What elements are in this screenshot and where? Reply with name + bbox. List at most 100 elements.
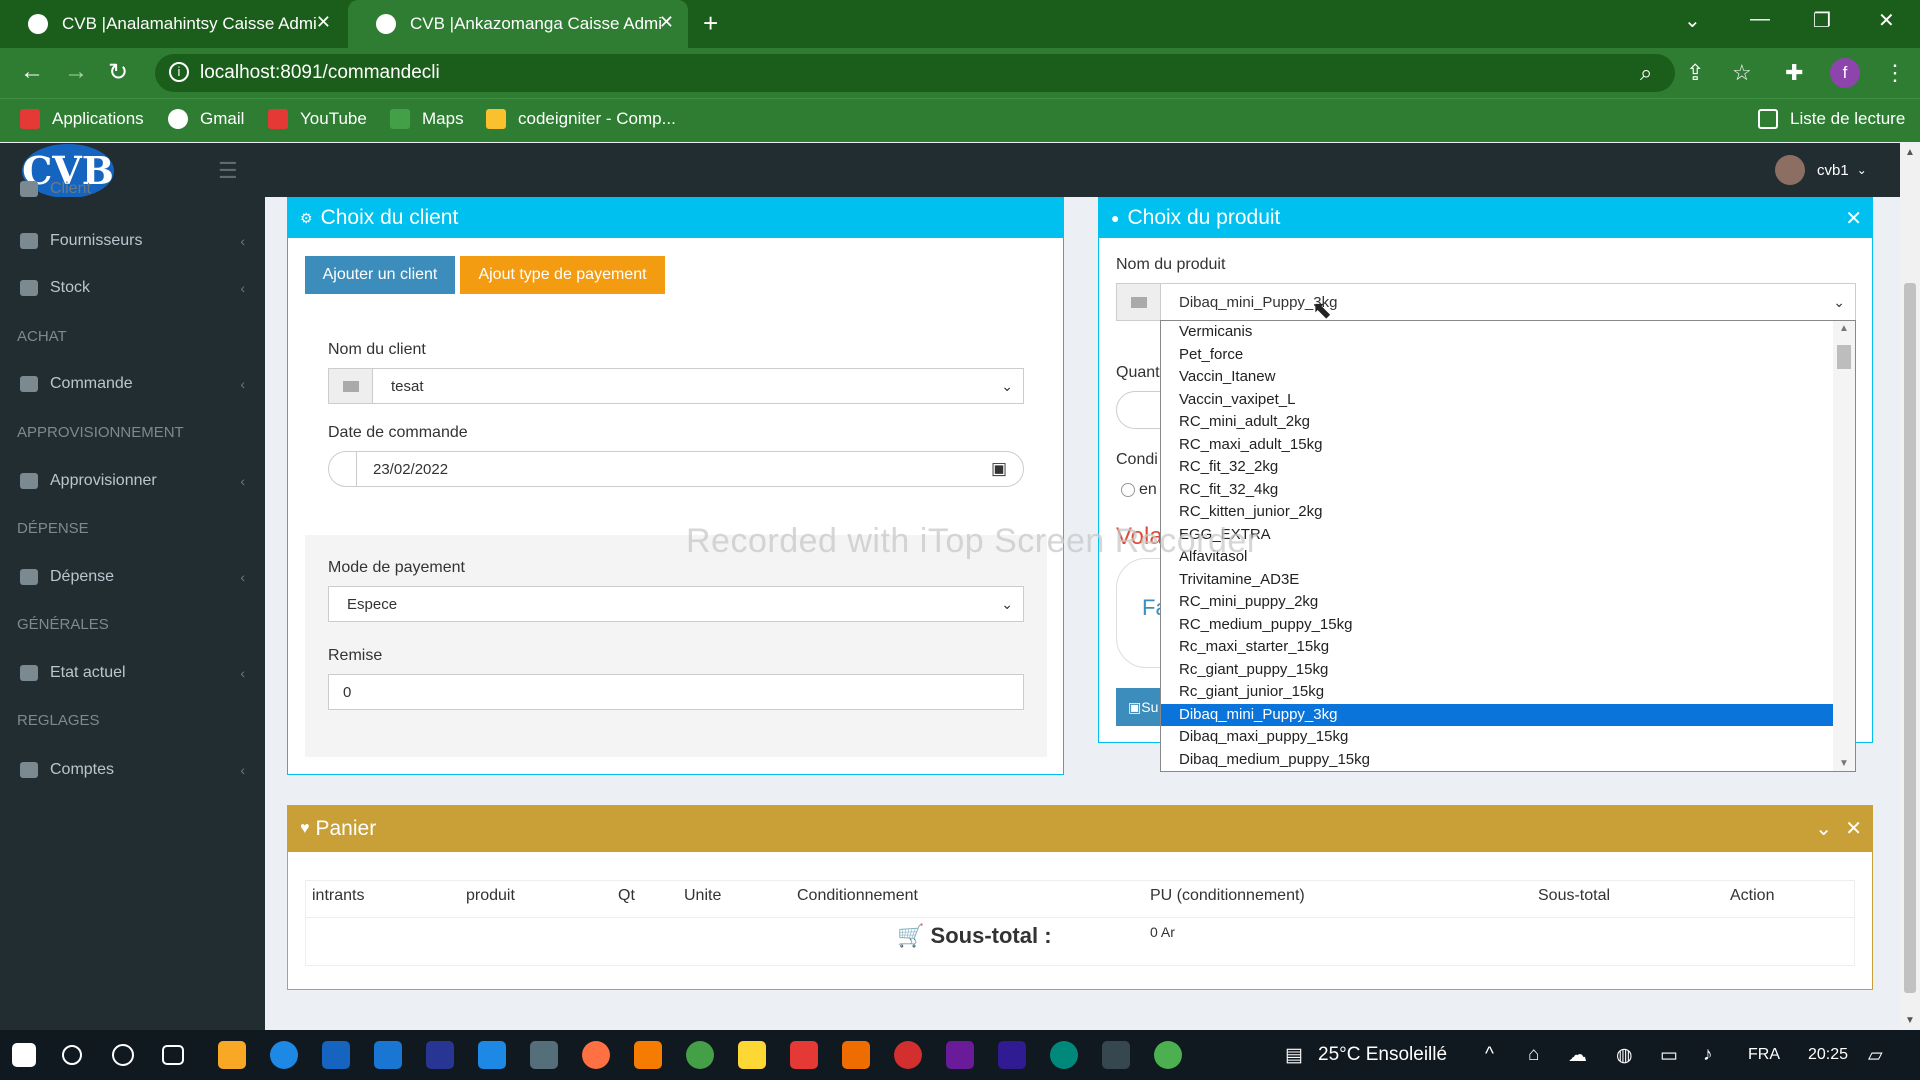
task-view-icon[interactable] [162, 1045, 184, 1065]
app-icon[interactable] [582, 1041, 610, 1069]
product-option[interactable]: Vaccin_vaxipet_L [1161, 389, 1833, 412]
scroll-down-icon[interactable]: ▼ [1839, 758, 1849, 769]
product-option[interactable]: Dibaq_medium_puppy_15kg [1161, 749, 1833, 772]
intellij-icon[interactable] [998, 1041, 1026, 1069]
calendar-icon[interactable]: ▣ [991, 459, 1007, 479]
sidebar-item-client[interactable]: Client [20, 180, 245, 198]
product-option[interactable]: Trivitamine_AD3E [1161, 569, 1833, 592]
share-icon[interactable]: ⇪ [1686, 60, 1704, 86]
product-option[interactable]: Dibaq_mini_Puppy_3kg [1161, 703, 1833, 726]
weather-text[interactable]: 25°C Ensoleillé [1318, 1044, 1447, 1066]
clock[interactable]: 20:25 [1808, 1046, 1848, 1064]
scroll-up-icon[interactable]: ▲ [1905, 147, 1915, 158]
product-dropdown-list[interactable]: Vermicanis Pet_force Vaccin_Itanew Vaccin_v… [1160, 320, 1856, 772]
cortana-icon[interactable] [112, 1044, 134, 1066]
client-select[interactable]: tesat ⌄ [328, 368, 1024, 404]
profile-avatar[interactable]: f [1830, 58, 1860, 88]
dropdown-scrollbar[interactable]: ▲ ▼ [1833, 321, 1855, 771]
tool-icon[interactable] [530, 1041, 558, 1069]
browser-tab-2[interactable]: CVB |Ankazomanga Caisse Admi ✕ [348, 0, 688, 48]
media-player-icon[interactable] [738, 1041, 766, 1069]
window-close-icon[interactable]: ✕ [1878, 8, 1895, 33]
sidebar-item-approvisionner[interactable]: Approvisionner ‹ [20, 472, 245, 490]
opera-icon[interactable] [894, 1041, 922, 1069]
upwork-icon[interactable] [1050, 1041, 1078, 1069]
terminal-icon[interactable] [1102, 1041, 1130, 1069]
product-option[interactable]: RC_mini_adult_2kg [1161, 411, 1833, 434]
site-info-icon[interactable]: i [169, 62, 189, 82]
vscode-icon[interactable] [478, 1041, 506, 1069]
dropdown-scroll-thumb[interactable] [1837, 345, 1851, 369]
close-box-icon[interactable]: ✕ [1845, 816, 1862, 841]
bookmark-youtube[interactable]: YouTube [268, 109, 367, 129]
product-option[interactable]: Alfavitasol [1161, 546, 1833, 569]
bookmark-applications[interactable]: Applications [20, 109, 144, 129]
restore-icon[interactable]: ❐ [1813, 8, 1831, 33]
page-scroll-thumb[interactable] [1904, 283, 1916, 993]
page-scrollbar[interactable]: ▲ ▼ [1900, 143, 1920, 1030]
bookmark-gmail[interactable]: Gmail [168, 109, 244, 129]
product-option[interactable]: Dibaq_maxi_puppy_15kg [1161, 726, 1833, 749]
chrome-active-icon[interactable] [1154, 1041, 1182, 1069]
scroll-up-icon[interactable]: ▲ [1839, 323, 1849, 334]
store-icon[interactable] [322, 1041, 350, 1069]
reload-icon[interactable]: ↻ [108, 58, 128, 87]
file-explorer-icon[interactable] [218, 1041, 246, 1069]
product-option[interactable]: RC_maxi_adult_15kg [1161, 434, 1833, 457]
bookmark-maps[interactable]: Maps [390, 109, 464, 129]
address-bar[interactable]: i localhost:8091/commandecli [155, 54, 1675, 92]
user-menu[interactable]: cvb1 ⌄ [1775, 155, 1867, 185]
product-option[interactable]: Rc_giant_junior_15kg [1161, 681, 1833, 704]
new-tab-button[interactable]: + [703, 8, 718, 39]
cloud-icon[interactable]: ☁ [1568, 1044, 1587, 1067]
zoom-icon[interactable]: ⌕ [1640, 60, 1652, 86]
product-select[interactable]: Dibaq_mini_Puppy_3kg ⌄ [1116, 283, 1856, 321]
network-icon[interactable]: ⌂ [1528, 1044, 1539, 1066]
windows-start-icon[interactable] [12, 1043, 36, 1067]
add-client-button[interactable]: Ajouter un client [305, 256, 455, 294]
star-icon[interactable]: ☆ [1732, 60, 1752, 86]
volume-icon[interactable]: ♪ [1703, 1044, 1713, 1066]
sidebar-item-comptes[interactable]: Comptes ‹ [20, 761, 245, 779]
app-icon[interactable] [426, 1041, 454, 1069]
product-option[interactable]: EGG_EXTRA [1161, 524, 1833, 547]
mail-icon[interactable] [374, 1041, 402, 1069]
sublime-icon[interactable] [634, 1041, 662, 1069]
search-icon[interactable] [62, 1045, 82, 1065]
product-option[interactable]: Rc_giant_puppy_15kg [1161, 659, 1833, 682]
discount-input[interactable]: 0 [328, 674, 1024, 710]
notifications-icon[interactable]: ▱ [1868, 1044, 1883, 1067]
forward-icon[interactable]: → [64, 58, 88, 86]
battery-icon[interactable]: ▭ [1660, 1044, 1678, 1067]
browser-tab-1[interactable]: CVB |Analamahintsy Caisse Admi ✕ [0, 0, 345, 48]
product-option[interactable]: Pet_force [1161, 344, 1833, 367]
minimize-icon[interactable]: — [1750, 8, 1770, 31]
xampp-icon[interactable] [842, 1041, 870, 1069]
extensions-icon[interactable]: ✚ [1785, 60, 1803, 86]
product-option[interactable]: RC_fit_32_4kg [1161, 479, 1833, 502]
product-option[interactable]: Rc_maxi_starter_15kg [1161, 636, 1833, 659]
conditioning-radio[interactable]: en [1121, 481, 1157, 499]
sidebar-item-fournisseurs[interactable]: Fournisseurs ‹ [20, 232, 245, 250]
close-box-icon[interactable]: ✕ [1845, 206, 1862, 231]
product-option[interactable]: Vermicanis [1161, 321, 1833, 344]
reading-list-button[interactable]: Liste de lecture [1758, 109, 1905, 129]
edge-icon[interactable] [270, 1041, 298, 1069]
language-indicator[interactable]: FRA [1748, 1046, 1780, 1064]
product-option[interactable]: RC_kitten_junior_2kg [1161, 501, 1833, 524]
chevron-up-icon[interactable]: ^ [1485, 1044, 1494, 1066]
product-option[interactable]: RC_medium_puppy_15kg [1161, 614, 1833, 637]
tab-search-icon[interactable]: ⌄ [1684, 8, 1701, 33]
sidebar-item-etat-actuel[interactable]: Etat actuel ‹ [20, 664, 245, 682]
add-payment-type-button[interactable]: Ajout type de payement [460, 256, 665, 294]
product-option[interactable]: RC_fit_32_2kg [1161, 456, 1833, 479]
sidebar-item-commande[interactable]: Commande ‹ [20, 375, 245, 393]
recorder-icon[interactable] [790, 1041, 818, 1069]
sidebar-item-stock[interactable]: Stock ‹ [20, 279, 245, 297]
weather-icon[interactable]: ▤ [1285, 1044, 1303, 1067]
close-tab-icon[interactable]: ✕ [659, 12, 674, 33]
phpstorm-icon[interactable] [946, 1041, 974, 1069]
payment-mode-select[interactable]: Espece ⌄ [328, 586, 1024, 622]
close-tab-icon[interactable]: ✕ [316, 12, 331, 33]
bookmark-codeigniter[interactable]: codeigniter - Comp... [486, 109, 676, 129]
